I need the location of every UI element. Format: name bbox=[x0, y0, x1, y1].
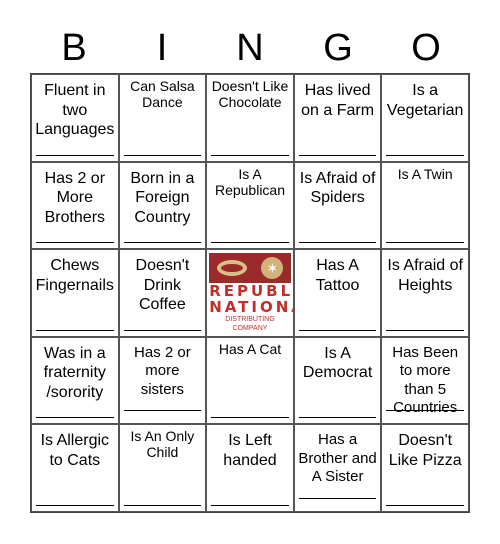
bingo-cell[interactable]: Is Afraid of Spiders bbox=[293, 161, 382, 250]
header-letter-n: N bbox=[236, 27, 264, 69]
cell-text: Has A Tattoo bbox=[315, 257, 360, 294]
cell-text: Is A Republican bbox=[214, 165, 286, 198]
bingo-cell[interactable]: Fluent in two Languages bbox=[31, 74, 119, 162]
cell-text: Born in a Foreign Country bbox=[130, 169, 195, 226]
signature-line[interactable] bbox=[298, 242, 377, 244]
bingo-cell[interactable]: Born in a Foreign Country bbox=[118, 161, 207, 250]
bingo-cell[interactable]: Has A Cat bbox=[206, 336, 294, 425]
bingo-cell[interactable]: Is Allergic to Cats bbox=[31, 424, 119, 512]
signature-line[interactable] bbox=[386, 410, 464, 412]
cell-text: Has 2 or more sisters bbox=[134, 343, 191, 398]
bingo-cell[interactable]: Has Been to more than 5 Countries bbox=[381, 336, 469, 425]
cell-text: Has a Brother and A Sister bbox=[298, 431, 377, 486]
cell-text: Fluent in two Languages bbox=[35, 82, 115, 138]
bingo-cell[interactable]: Has 2 or More Brothers bbox=[31, 161, 119, 250]
star-medal-icon: ✶ bbox=[261, 256, 284, 279]
bingo-cell[interactable]: Is A Twin bbox=[381, 161, 469, 250]
cell-text: Is Left handed bbox=[223, 432, 277, 469]
signature-line[interactable] bbox=[123, 329, 202, 331]
company-logo: ✶ REPUBLICNATIONALDISTRIBUTING COMPANY bbox=[209, 253, 294, 333]
bingo-cell[interactable]: Doesn't Like Chocolate bbox=[206, 74, 294, 162]
ring-icon bbox=[216, 259, 247, 276]
cell-text: Doesn't Drink Coffee bbox=[135, 257, 190, 314]
cell-text: Is a Vegetarian bbox=[386, 82, 464, 119]
signature-line[interactable] bbox=[36, 504, 114, 506]
bingo-cell[interactable]: Doesn't Like Pizza bbox=[381, 424, 469, 512]
cell-text: Has A Cat bbox=[218, 340, 282, 357]
bingo-cell[interactable]: Doesn't Drink Coffee bbox=[118, 249, 207, 337]
cell-text: Has Been to more than 5 Countries bbox=[392, 343, 459, 417]
signature-line[interactable] bbox=[298, 497, 377, 499]
signature-line[interactable] bbox=[36, 154, 114, 156]
signature-line[interactable] bbox=[298, 329, 377, 331]
cell-text: Is Afraid of Heights bbox=[387, 257, 463, 294]
bingo-cell[interactable]: Is Afraid of Heights bbox=[381, 249, 469, 337]
cell-text: Is A Twin bbox=[397, 165, 453, 182]
cell-text: Is Allergic to Cats bbox=[40, 432, 110, 469]
signature-line[interactable] bbox=[386, 242, 464, 244]
header-letter-i: I bbox=[156, 27, 168, 69]
signature-line[interactable] bbox=[123, 242, 202, 244]
cell-text: Is Afraid of Spiders bbox=[299, 169, 376, 207]
cell-text: Has 2 or More Brothers bbox=[44, 169, 106, 226]
bingo-cell[interactable]: Has lived on a Farm bbox=[293, 74, 382, 162]
bingo-cell[interactable]: Is An Only Child bbox=[118, 424, 207, 512]
bingo-cell[interactable]: Is A Republican bbox=[206, 161, 294, 250]
signature-line[interactable] bbox=[123, 410, 202, 412]
bingo-cell[interactable]: Has A Tattoo bbox=[293, 249, 382, 337]
bingo-card-grid: Fluent in two Languages Can Salsa Dance Do… bbox=[30, 73, 470, 513]
logo-line-3: DISTRIBUTING COMPANY bbox=[225, 315, 275, 332]
cell-text: Has lived on a Farm bbox=[301, 82, 375, 119]
bingo-header: B I N G O bbox=[30, 26, 470, 70]
signature-line[interactable] bbox=[211, 417, 289, 419]
cell-text: Can Salsa Dance bbox=[130, 78, 195, 110]
cell-text: Is A Democrat bbox=[302, 344, 373, 382]
signature-line[interactable] bbox=[386, 154, 464, 156]
signature-line[interactable] bbox=[36, 242, 114, 244]
cell-text: Doesn't Like Chocolate bbox=[211, 78, 289, 110]
bingo-cell[interactable]: Can Salsa Dance bbox=[118, 74, 207, 162]
cell-text: Is An Only Child bbox=[130, 428, 195, 461]
bingo-cell[interactable]: Is A Democrat bbox=[293, 336, 382, 425]
header-letter-b: B bbox=[61, 27, 87, 69]
bingo-cell[interactable]: Has 2 or more sisters bbox=[118, 336, 207, 425]
signature-line[interactable] bbox=[123, 504, 202, 506]
logo-line-1: REPUBLIC bbox=[209, 281, 294, 300]
signature-line[interactable] bbox=[36, 417, 114, 419]
cell-text: Doesn't Like Pizza bbox=[388, 432, 462, 469]
signature-line[interactable] bbox=[298, 417, 377, 419]
bingo-cell[interactable]: Is Left handed bbox=[206, 424, 294, 512]
bingo-cell[interactable]: Chews Fingernails bbox=[31, 249, 119, 337]
header-letter-g: G bbox=[323, 27, 353, 69]
signature-line[interactable] bbox=[298, 154, 377, 156]
header-letter-o: O bbox=[411, 27, 441, 69]
signature-line[interactable] bbox=[36, 329, 114, 331]
cell-text: Chews Fingernails bbox=[35, 257, 114, 294]
signature-line[interactable] bbox=[123, 154, 202, 156]
signature-line[interactable] bbox=[386, 329, 464, 331]
bingo-cell[interactable]: Was in a fraternity /sorority bbox=[31, 336, 119, 425]
bingo-cell[interactable]: Is a Vegetarian bbox=[381, 74, 469, 162]
signature-line[interactable] bbox=[386, 504, 464, 506]
signature-line[interactable] bbox=[211, 242, 289, 244]
cell-text: Was in a fraternity /sorority bbox=[43, 344, 106, 401]
signature-line[interactable] bbox=[211, 504, 289, 506]
bingo-cell[interactable]: Has a Brother and A Sister bbox=[293, 424, 382, 512]
logo-line-2: NATIONAL bbox=[209, 297, 293, 316]
free-space-cell[interactable]: ✶ REPUBLICNATIONALDISTRIBUTING COMPANY bbox=[206, 249, 294, 337]
signature-line[interactable] bbox=[211, 154, 289, 156]
